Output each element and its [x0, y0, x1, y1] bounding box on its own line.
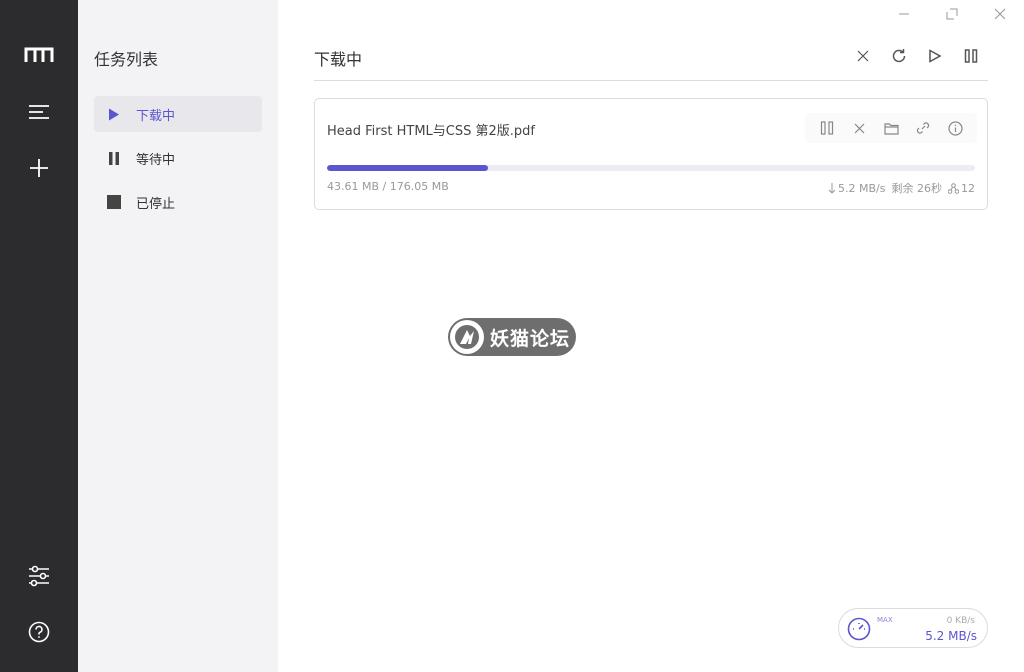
download-speed: 5.2 MB/s	[925, 629, 977, 643]
task-card[interactable]: Head First HTML与CSS 第2版.pdf 43.61 MB / 1…	[314, 98, 988, 210]
refresh-icon[interactable]	[887, 44, 911, 68]
header-divider	[314, 80, 988, 81]
info-icon[interactable]	[944, 117, 966, 139]
close-icon[interactable]	[990, 4, 1010, 24]
task-item-downloading[interactable]: 下载中	[94, 96, 262, 132]
folder-icon[interactable]	[880, 117, 902, 139]
upload-speed: 0 KB/s	[946, 616, 975, 626]
play-icon[interactable]	[923, 44, 947, 68]
task-item-waiting[interactable]: 等待中	[94, 140, 262, 176]
task-item-label: 等待中	[136, 152, 176, 168]
task-name: Head First HTML与CSS 第2版.pdf	[327, 124, 535, 139]
task-remaining: 剩余 26秒	[891, 182, 943, 195]
task-item-label: 已停止	[136, 196, 176, 212]
close-icon[interactable]	[848, 117, 870, 139]
speedometer-icon	[847, 617, 871, 641]
watermark: 妖猫论坛	[448, 318, 576, 356]
play-icon	[107, 107, 121, 121]
close-icon[interactable]	[851, 44, 875, 68]
task-size: 43.61 MB / 176.05 MB	[327, 180, 449, 193]
task-item-label: 下载中	[136, 108, 176, 124]
watermark-logo-icon	[450, 320, 484, 354]
progress-bar	[327, 165, 975, 171]
plus-icon[interactable]	[19, 148, 59, 188]
menu-icon[interactable]	[19, 92, 59, 132]
connections-icon	[948, 182, 959, 194]
watermark-text: 妖猫论坛	[490, 327, 571, 350]
logo-icon[interactable]	[19, 35, 59, 75]
help-icon[interactable]	[19, 612, 59, 652]
download-arrow-icon	[828, 182, 836, 194]
speed-max-label: MAX	[877, 616, 893, 624]
pause-icon	[107, 151, 121, 165]
pause-icon[interactable]	[816, 117, 838, 139]
link-icon[interactable]	[912, 117, 934, 139]
task-actions	[805, 113, 977, 143]
stop-icon	[107, 195, 121, 209]
page-title: 下载中	[314, 50, 363, 69]
task-item-stopped[interactable]: 已停止	[94, 184, 262, 220]
minimize-icon[interactable]	[894, 4, 914, 24]
app-rail	[0, 0, 78, 672]
task-speed: 5.2 MB/s	[838, 181, 886, 195]
speed-widget[interactable]: MAX 0 KB/s 5.2 MB/s	[838, 608, 988, 648]
task-stats: 5.2 MB/s 剩余 26秒 12	[828, 180, 975, 196]
task-connections: 12	[961, 181, 975, 195]
progress-fill	[327, 165, 488, 171]
task-panel: 任务列表 下载中 等待中 已停止	[78, 0, 278, 672]
panel-title: 任务列表	[94, 50, 159, 69]
maximize-icon[interactable]	[942, 4, 962, 24]
pause-icon[interactable]	[959, 44, 983, 68]
sliders-icon[interactable]	[19, 556, 59, 596]
